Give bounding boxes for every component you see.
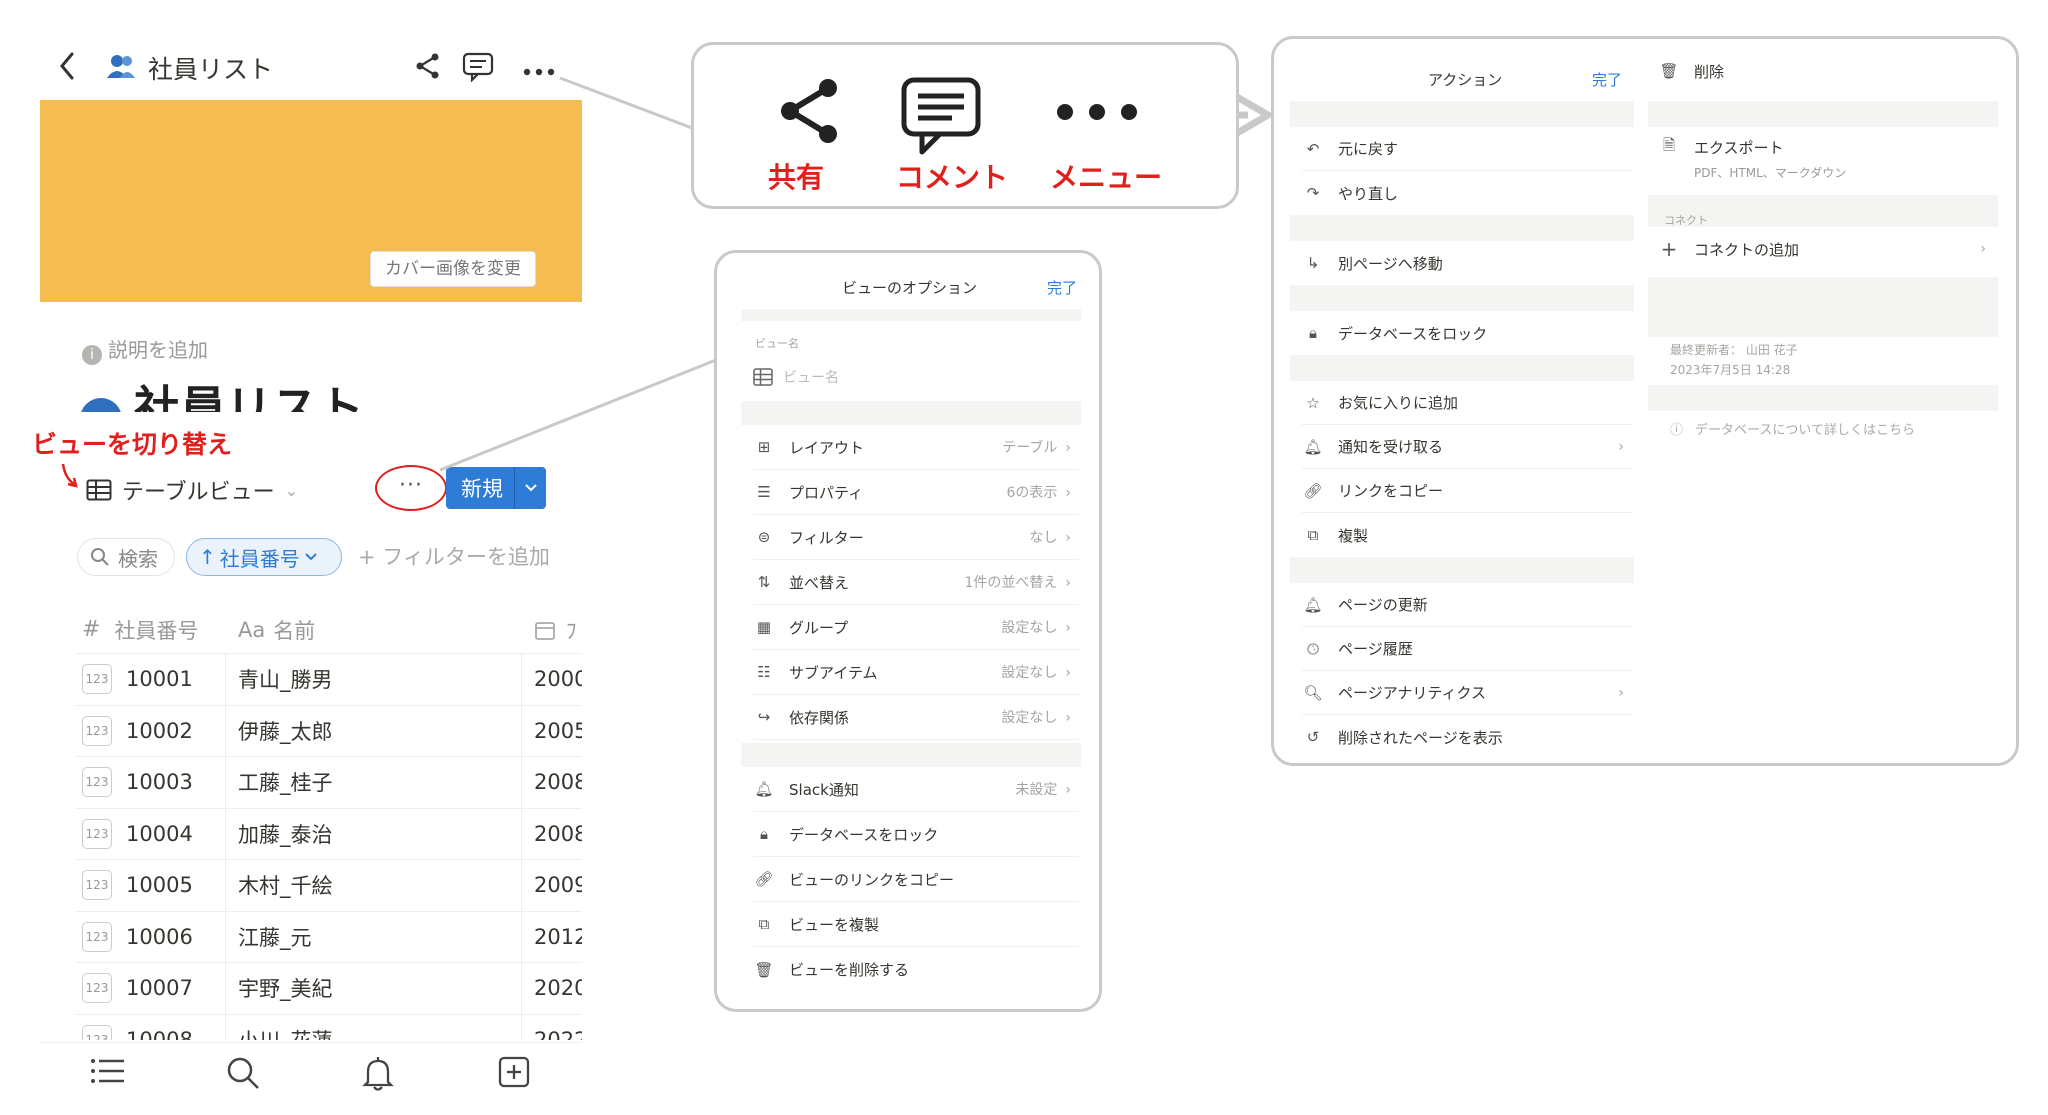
bell-icon: 🔔︎ [1303, 595, 1323, 614]
view-option-filter[interactable]: ⊜ フィルター なし › [753, 515, 1079, 560]
view-option-subitems[interactable]: ☷ サブアイテム 設定なし › [753, 650, 1079, 695]
action-add-connection[interactable]: + コネクトの追加 › [1658, 227, 1994, 271]
view-option-duplicate[interactable]: ⧉ ビューを複製 [753, 902, 1079, 947]
star-icon: ☆ [1306, 393, 1320, 412]
group-icon: ▦ [756, 618, 772, 636]
action-move[interactable]: ↳ 別ページへ移動 [1302, 241, 1632, 285]
view-option-layout[interactable]: ⊞ レイアウト テーブル › [753, 425, 1079, 470]
link-icon: 🔗︎ [754, 870, 774, 888]
last-edited-by: 最終更新者： 山田 花子 [1670, 343, 1798, 357]
share-icon [778, 78, 842, 148]
bell-icon: 🔔︎ [754, 780, 774, 798]
share-annotation: 共有 [768, 161, 825, 194]
dependency-icon: ↪ [757, 708, 771, 726]
comment-annotation: コメント [896, 161, 1009, 194]
learn-more-link[interactable]: ⓘ データベースについて詳しくはこちら [1670, 419, 1915, 438]
view-options-done-button[interactable]: 完了 [1047, 277, 1077, 298]
view-name-caption: ビュー名 [755, 337, 799, 350]
view-option-slack[interactable]: 🔔︎ Slack通知 未設定 › [753, 767, 1079, 812]
plus-icon: + [1660, 237, 1678, 261]
export-icon: 🗎︎ [1662, 136, 1676, 154]
connector-line-top [559, 76, 693, 130]
export-formats: PDF、HTML、マークダウン [1694, 166, 1847, 180]
duplicate-icon: ⧉ [1307, 526, 1319, 544]
action-notify[interactable]: 🔔︎ 通知を受け取る › [1302, 425, 1632, 469]
view-option-group[interactable]: ▦ グループ 設定なし › [753, 605, 1079, 650]
history-icon: 🕓︎ [1307, 639, 1319, 658]
view-option-copy-link[interactable]: 🔗︎ ビューのリンクをコピー [753, 857, 1079, 902]
table-icon [753, 368, 773, 386]
chevron-right-icon: › [1618, 684, 1624, 701]
action-delete[interactable]: 🗑︎ 削除 [1658, 49, 1994, 93]
chevron-right-icon: › [1065, 782, 1071, 798]
subitem-icon: ☷ [757, 663, 771, 681]
chevron-right-icon: › [1065, 485, 1071, 501]
action-duplicate[interactable]: ⧉ 複製 [1302, 513, 1632, 557]
view-options-panel: ビューのオプション 完了 ビュー名 ビュー名 ⊞ レイアウト テーブル › ☰ プロパテ… [714, 250, 1102, 1012]
action-undo[interactable]: ↶ 元に戻す [1302, 127, 1632, 171]
last-edited-date: 2023年7月5日 14:28 [1670, 363, 1791, 377]
connect-caption: コネクト [1664, 214, 1708, 227]
view-option-lock-db[interactable]: 🔒︎ データベースをロック [753, 812, 1079, 857]
help-icon: ⓘ [1670, 423, 1684, 438]
trash-icon: 🗑︎ [1659, 62, 1679, 80]
list-icon: ☰ [757, 483, 771, 501]
chevron-right-icon: › [1065, 575, 1071, 591]
duplicate-icon: ⧉ [758, 915, 770, 933]
analytics-icon: 🔍︎ [1303, 683, 1323, 702]
lock-icon: 🔒︎ [760, 825, 768, 843]
lock-icon: 🔒︎ [1309, 324, 1317, 342]
bell-icon: 🔔︎ [1303, 437, 1323, 456]
view-name-input[interactable]: ビュー名 [753, 363, 1073, 391]
action-copy-link[interactable]: 🔗︎ リンクをコピー [1302, 469, 1632, 513]
action-redo[interactable]: ↷ やり直し [1302, 171, 1632, 215]
action-page-analytics[interactable]: 🔍︎ ページアナリティクス › [1302, 671, 1632, 715]
undo-icon: ↶ [1306, 139, 1320, 158]
chevron-right-icon: › [1980, 241, 1986, 257]
actions-done-button[interactable]: 完了 [1592, 69, 1622, 90]
menu-annotation: メニュー [1050, 161, 1163, 194]
chevron-right-icon: › [1065, 530, 1071, 546]
chevron-right-icon: › [1618, 438, 1624, 455]
view-settings-list: ⊞ レイアウト テーブル › ☰ プロパティ 6の表示 › ⊜ フィルター なし › ⇅ 並べ替え 1… [753, 425, 1079, 740]
actions-panel: アクション 完了 ↶ 元に戻す ↷ やり直し ↳ 別ページへ移動 🔒︎ データベースをロ… [1271, 36, 2019, 766]
chevron-right-icon: › [1065, 710, 1071, 726]
view-name-placeholder: ビュー名 [783, 370, 839, 386]
actions-title: アクション [1428, 71, 1503, 89]
view-actions-list: 🔔︎ Slack通知 未設定 › 🔒︎ データベースをロック 🔗︎ ビューのリンクをコピー… [753, 767, 1079, 992]
connector-line-view [439, 358, 717, 472]
more-icon [1056, 103, 1138, 125]
link-icon: 🔗︎ [1303, 481, 1323, 500]
sort-icon: ⇅ [757, 573, 771, 591]
chevron-right-icon: › [1065, 440, 1071, 456]
action-page-history[interactable]: 🕓︎ ページ履歴 [1302, 627, 1632, 671]
action-page-updates[interactable]: 🔔︎ ページの更新 [1302, 583, 1632, 627]
restore-icon: ↺ [1306, 728, 1320, 746]
layout-icon: ⊞ [757, 438, 771, 456]
action-export[interactable]: 🗎︎ エクスポート PDF、HTML、マークダウン [1658, 135, 1994, 197]
action-lock-db[interactable]: 🔒︎ データベースをロック [1302, 311, 1632, 355]
filter-icon: ⊜ [757, 528, 771, 546]
redo-icon: ↷ [1306, 184, 1320, 202]
comment-icon [900, 76, 982, 160]
view-options-title: ビューのオプション [842, 279, 978, 297]
view-option-delete[interactable]: 🗑︎ ビューを削除する [753, 947, 1079, 992]
action-favorite[interactable]: ☆ お気に入りに追加 [1302, 381, 1632, 425]
view-option-sort[interactable]: ⇅ 並べ替え 1件の並べ替え › [753, 560, 1079, 605]
trash-icon: 🗑︎ [754, 960, 774, 979]
action-show-deleted[interactable]: ↺ 削除されたページを表示 [1302, 715, 1632, 759]
move-icon: ↳ [1306, 254, 1320, 272]
view-option-properties[interactable]: ☰ プロパティ 6の表示 › [753, 470, 1079, 515]
chevron-right-icon: › [1065, 620, 1071, 636]
view-option-dependencies[interactable]: ↪ 依存関係 設定なし › [753, 695, 1079, 740]
chevron-right-icon: › [1065, 665, 1071, 681]
